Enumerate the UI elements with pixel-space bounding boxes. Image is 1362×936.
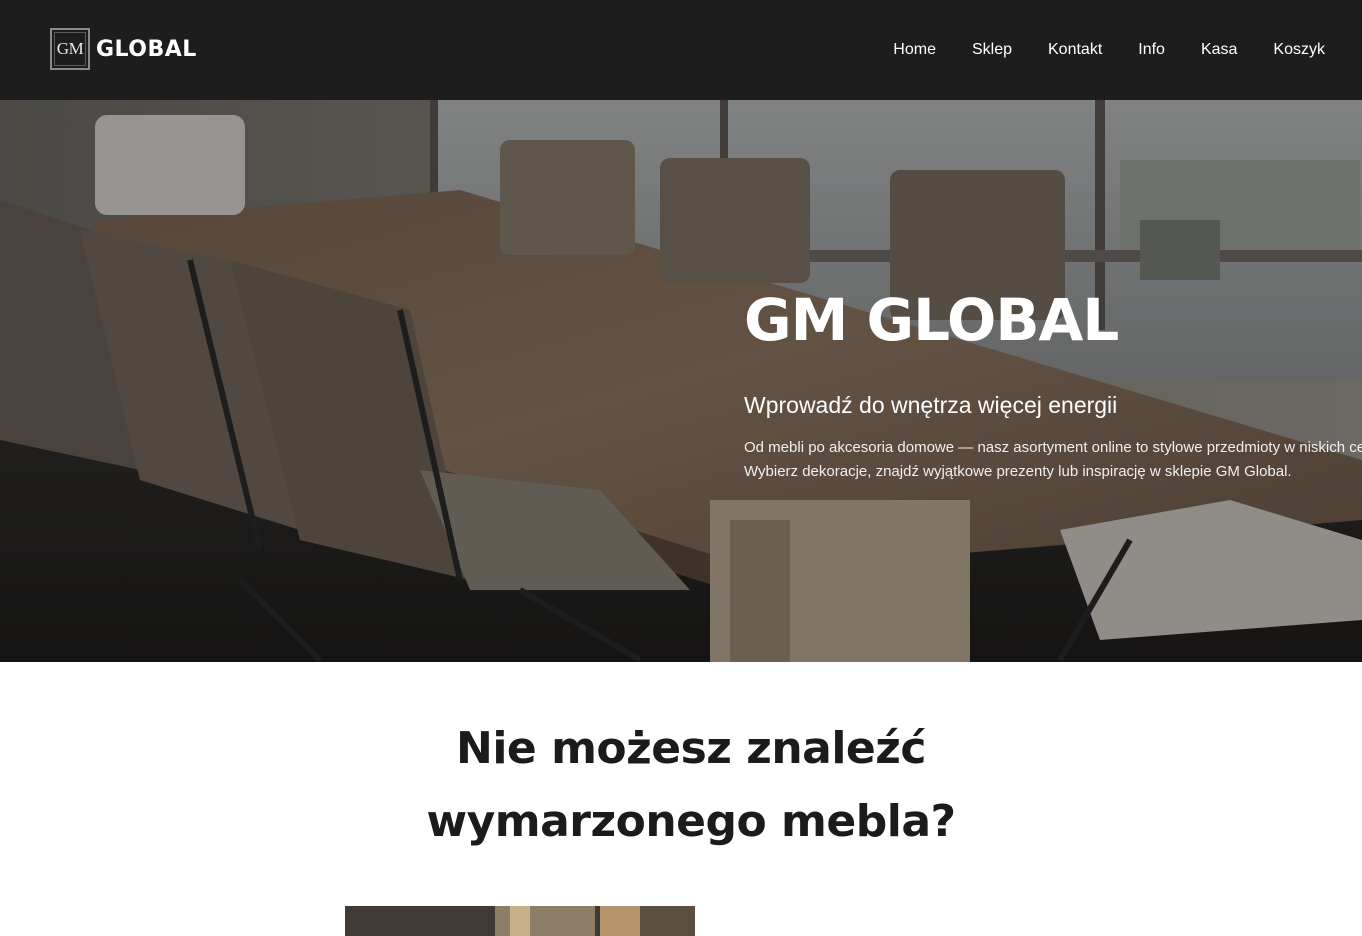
section-image (345, 906, 695, 936)
cta-section: Nie możesz znaleźć wymarzonego mebla? (0, 662, 1362, 936)
main-nav: Home Sklep Kontakt Info Kasa Koszyk (857, 38, 1325, 62)
section-heading: Nie możesz znaleźć wymarzonego mebla? (426, 723, 956, 847)
logo-mark-text: GM (56, 39, 84, 58)
hero-description: Od mebli po akcesoria domowe — nasz asor… (744, 439, 1362, 480)
nav-contact[interactable]: Kontakt (1048, 38, 1102, 62)
section-image-graphic (345, 906, 695, 936)
hero-subtitle: Wprowadź do wnętrza więcej energii (744, 392, 1118, 418)
nav-shop[interactable]: Sklep (972, 38, 1012, 62)
hero-content: GM GLOBAL Wprowadź do wnętrza więcej ene… (744, 280, 1362, 484)
hero-title: GM GLOBAL (744, 286, 1119, 354)
logo-text: GLOBAL (96, 36, 197, 62)
nav-checkout[interactable]: Kasa (1201, 38, 1237, 62)
logo-mark: GM (50, 28, 90, 70)
nav-home[interactable]: Home (893, 38, 936, 62)
nav-info[interactable]: Info (1138, 38, 1165, 62)
site-header: GM GLOBAL Home Sklep Kontakt Info Kasa K… (0, 0, 1362, 100)
hero-section: GM GLOBAL Wprowadź do wnętrza więcej ene… (0, 100, 1362, 662)
logo[interactable]: GM GLOBAL (50, 28, 197, 70)
nav-cart[interactable]: Koszyk (1273, 38, 1325, 62)
